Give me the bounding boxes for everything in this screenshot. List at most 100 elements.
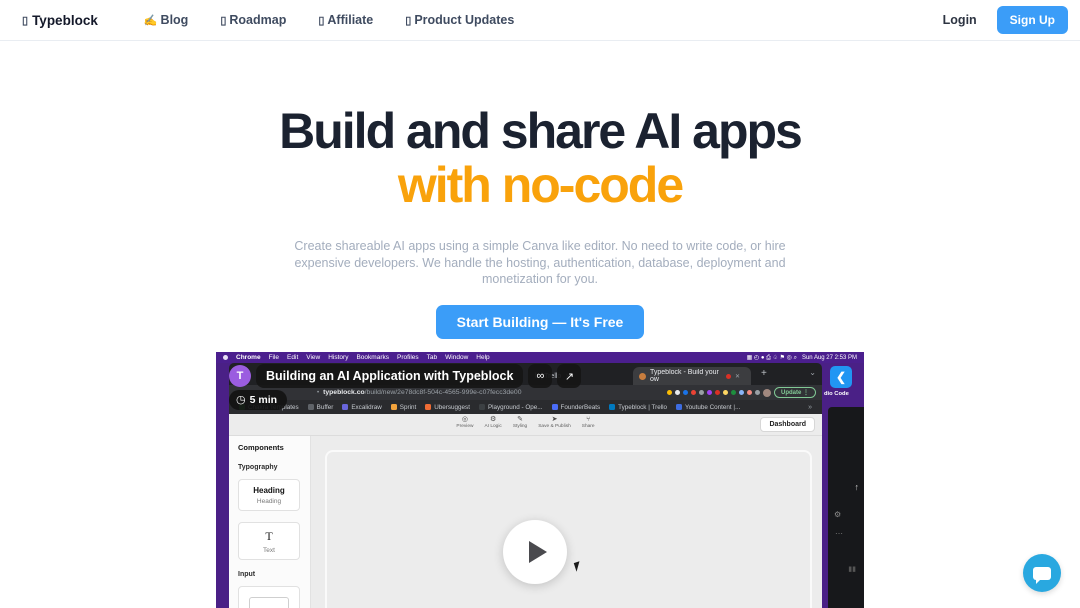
- open-in-new-button[interactable]: ↗: [557, 364, 581, 388]
- hero-title-line1: Build and share AI apps: [279, 103, 801, 159]
- navbar: ▯ Typeblock ✍ Blog ▯ Roadmap ▯ Affiliate…: [0, 0, 1080, 41]
- start-building-button[interactable]: Start Building — It's Free: [436, 305, 645, 339]
- bookmark-favicon: [609, 404, 615, 410]
- bookmark-favicon: [425, 404, 431, 410]
- bookmark-item: Buffer: [308, 404, 334, 411]
- extension-icon: [667, 390, 672, 395]
- extension-icon: [715, 390, 720, 395]
- tab-favicon: [639, 373, 646, 380]
- blog-icon: ✍: [144, 14, 158, 27]
- extension-icon: [755, 390, 760, 395]
- text-glyph-icon: T: [239, 529, 299, 544]
- menubar-item: Tab: [427, 354, 437, 361]
- open-in-new-icon: ↗: [565, 370, 574, 383]
- chrome-tab-typeblock: Typeblock - Build your ow ✕: [633, 367, 751, 385]
- bookmark-item: Sprint: [391, 404, 416, 411]
- typeblock-logo[interactable]: ▯ Typeblock: [22, 13, 98, 28]
- new-tab-icon: +: [761, 369, 767, 379]
- bookmark-item: Youtube Content |...: [676, 404, 740, 411]
- extension-icon: [747, 390, 752, 395]
- toolbar-styling: ✎ Styling: [513, 416, 527, 429]
- vscode-panel: ↑ ⚙ ⋯ ▮▮: [828, 407, 864, 608]
- nav-link-affiliate[interactable]: ▯ Affiliate: [318, 13, 373, 27]
- demo-video-player[interactable]: Chrome File Edit View History Bookmarks …: [216, 352, 864, 608]
- editor-sidebar: Components Typography Heading Heading T …: [229, 436, 311, 608]
- bookmark-label: Excalidraw: [351, 404, 381, 411]
- editor-toolbar: ◎ Preview ⚙ AI Logic ✎ Styling ➤ Save & …: [229, 414, 822, 436]
- menubar-item: History: [328, 354, 348, 361]
- nav-link-label: Product Updates: [414, 13, 514, 27]
- extension-icons: Update ⋮: [667, 387, 816, 398]
- menubar-item: View: [306, 354, 320, 361]
- signup-button[interactable]: Sign Up: [997, 6, 1068, 34]
- menubar-item: Edit: [287, 354, 298, 361]
- url-text: typeblock.co/build/new/2e78dc8f-504c-456…: [323, 389, 521, 396]
- extension-icon: [683, 390, 688, 395]
- nav-links: ✍ Blog ▯ Roadmap ▯ Affiliate ▯ Product U…: [144, 13, 514, 27]
- desktop-right-strip: ❮ dio Code ↑ ⚙ ⋯ ▮▮: [822, 363, 864, 608]
- logo-icon: ▯: [22, 14, 28, 27]
- menubar-item: Chrome: [236, 354, 261, 361]
- hero-description: Create shareable AI apps using a simple …: [270, 238, 810, 288]
- input-heading: Input: [238, 571, 301, 578]
- extension-icon: [699, 390, 704, 395]
- clock-icon: ◷: [236, 395, 246, 406]
- apple-icon: [223, 355, 228, 360]
- preview-icon: ◎: [462, 416, 468, 424]
- nav-link-label: Roadmap: [229, 13, 286, 27]
- bookmarks-overflow-icon: »: [808, 404, 812, 411]
- dashboard-button: Dashboard: [760, 417, 815, 432]
- input-component-card: [238, 586, 300, 608]
- extension-icon: [707, 390, 712, 395]
- login-link[interactable]: Login: [943, 13, 977, 27]
- bookmark-favicon: [308, 404, 314, 410]
- menubar-item: Help: [476, 354, 489, 361]
- bookmark-item: FounderBeats: [552, 404, 601, 411]
- duration-label: 5 min: [250, 394, 277, 406]
- nav-link-blog[interactable]: ✍ Blog: [144, 13, 188, 27]
- bookmark-label: Sprint: [400, 404, 416, 411]
- toolbar-label: AI Logic: [484, 424, 501, 429]
- chrome-update-button: Update ⋮: [774, 387, 816, 398]
- bookmark-favicon: [552, 404, 558, 410]
- nav-right: Login Sign Up: [943, 6, 1068, 34]
- extension-icon: [739, 390, 744, 395]
- bookmark-label: Ubersuggest: [434, 404, 470, 411]
- bookmark-favicon: [676, 404, 682, 410]
- components-heading: Components: [238, 443, 301, 452]
- bookmark-label: FounderBeats: [561, 404, 601, 411]
- menubar-status-area: ▦ ◴ ● ⎙ ♤ ⚑ ◎ ⌕ Sun Aug 27 2:53 PM: [747, 354, 857, 362]
- card-title: Heading: [239, 486, 299, 495]
- product-updates-icon: ▯: [405, 14, 411, 27]
- nav-link-label: Blog: [161, 13, 189, 27]
- up-arrow-icon: ↑: [855, 482, 860, 492]
- logo-label: Typeblock: [32, 13, 98, 28]
- chrome-window: k | Trello ✕ Typeblock - Build your ow ✕…: [229, 363, 822, 608]
- video-title-overlay: T Building an AI Application with Typebl…: [229, 364, 581, 388]
- channel-avatar: T: [229, 365, 251, 387]
- affiliate-icon: ▯: [318, 14, 324, 27]
- url-path: /build/new/2e78dc8f-504c-4565-999e-c07fe…: [365, 389, 522, 396]
- extension-icon: [723, 390, 728, 395]
- gear-icon: ⚙: [834, 510, 841, 519]
- bookmark-label: Playground - Ope...: [488, 404, 543, 411]
- chrome-profile-avatar: [763, 389, 771, 397]
- save-publish-icon: ➤: [552, 416, 558, 424]
- text-component-card: T Text: [238, 522, 300, 560]
- extension-icon: [675, 390, 680, 395]
- copy-link-button[interactable]: ∞: [528, 364, 552, 388]
- toolbar-ai-logic: ⚙ AI Logic: [484, 416, 501, 429]
- card-subtitle: Heading: [239, 498, 299, 505]
- macos-menubar: Chrome File Edit View History Bookmarks …: [216, 352, 864, 363]
- roadmap-icon: ▯: [220, 14, 226, 27]
- nav-link-product-updates[interactable]: ▯ Product Updates: [405, 13, 514, 27]
- video-duration-badge: ◷ 5 min: [229, 390, 287, 410]
- menubar-item: Bookmarks: [356, 354, 389, 361]
- chat-launcher-button[interactable]: [1023, 554, 1061, 592]
- menubar-clock: Sun Aug 27 2:53 PM: [802, 355, 857, 361]
- nav-link-roadmap[interactable]: ▯ Roadmap: [220, 13, 286, 27]
- menubar-status-icons: ▦ ◴ ● ⎙ ♤ ⚑ ◎ ⌕: [747, 354, 797, 362]
- vscode-icon: ❮: [830, 366, 852, 388]
- bookmark-item: Playground - Ope...: [479, 404, 543, 411]
- play-button[interactable]: [503, 520, 567, 584]
